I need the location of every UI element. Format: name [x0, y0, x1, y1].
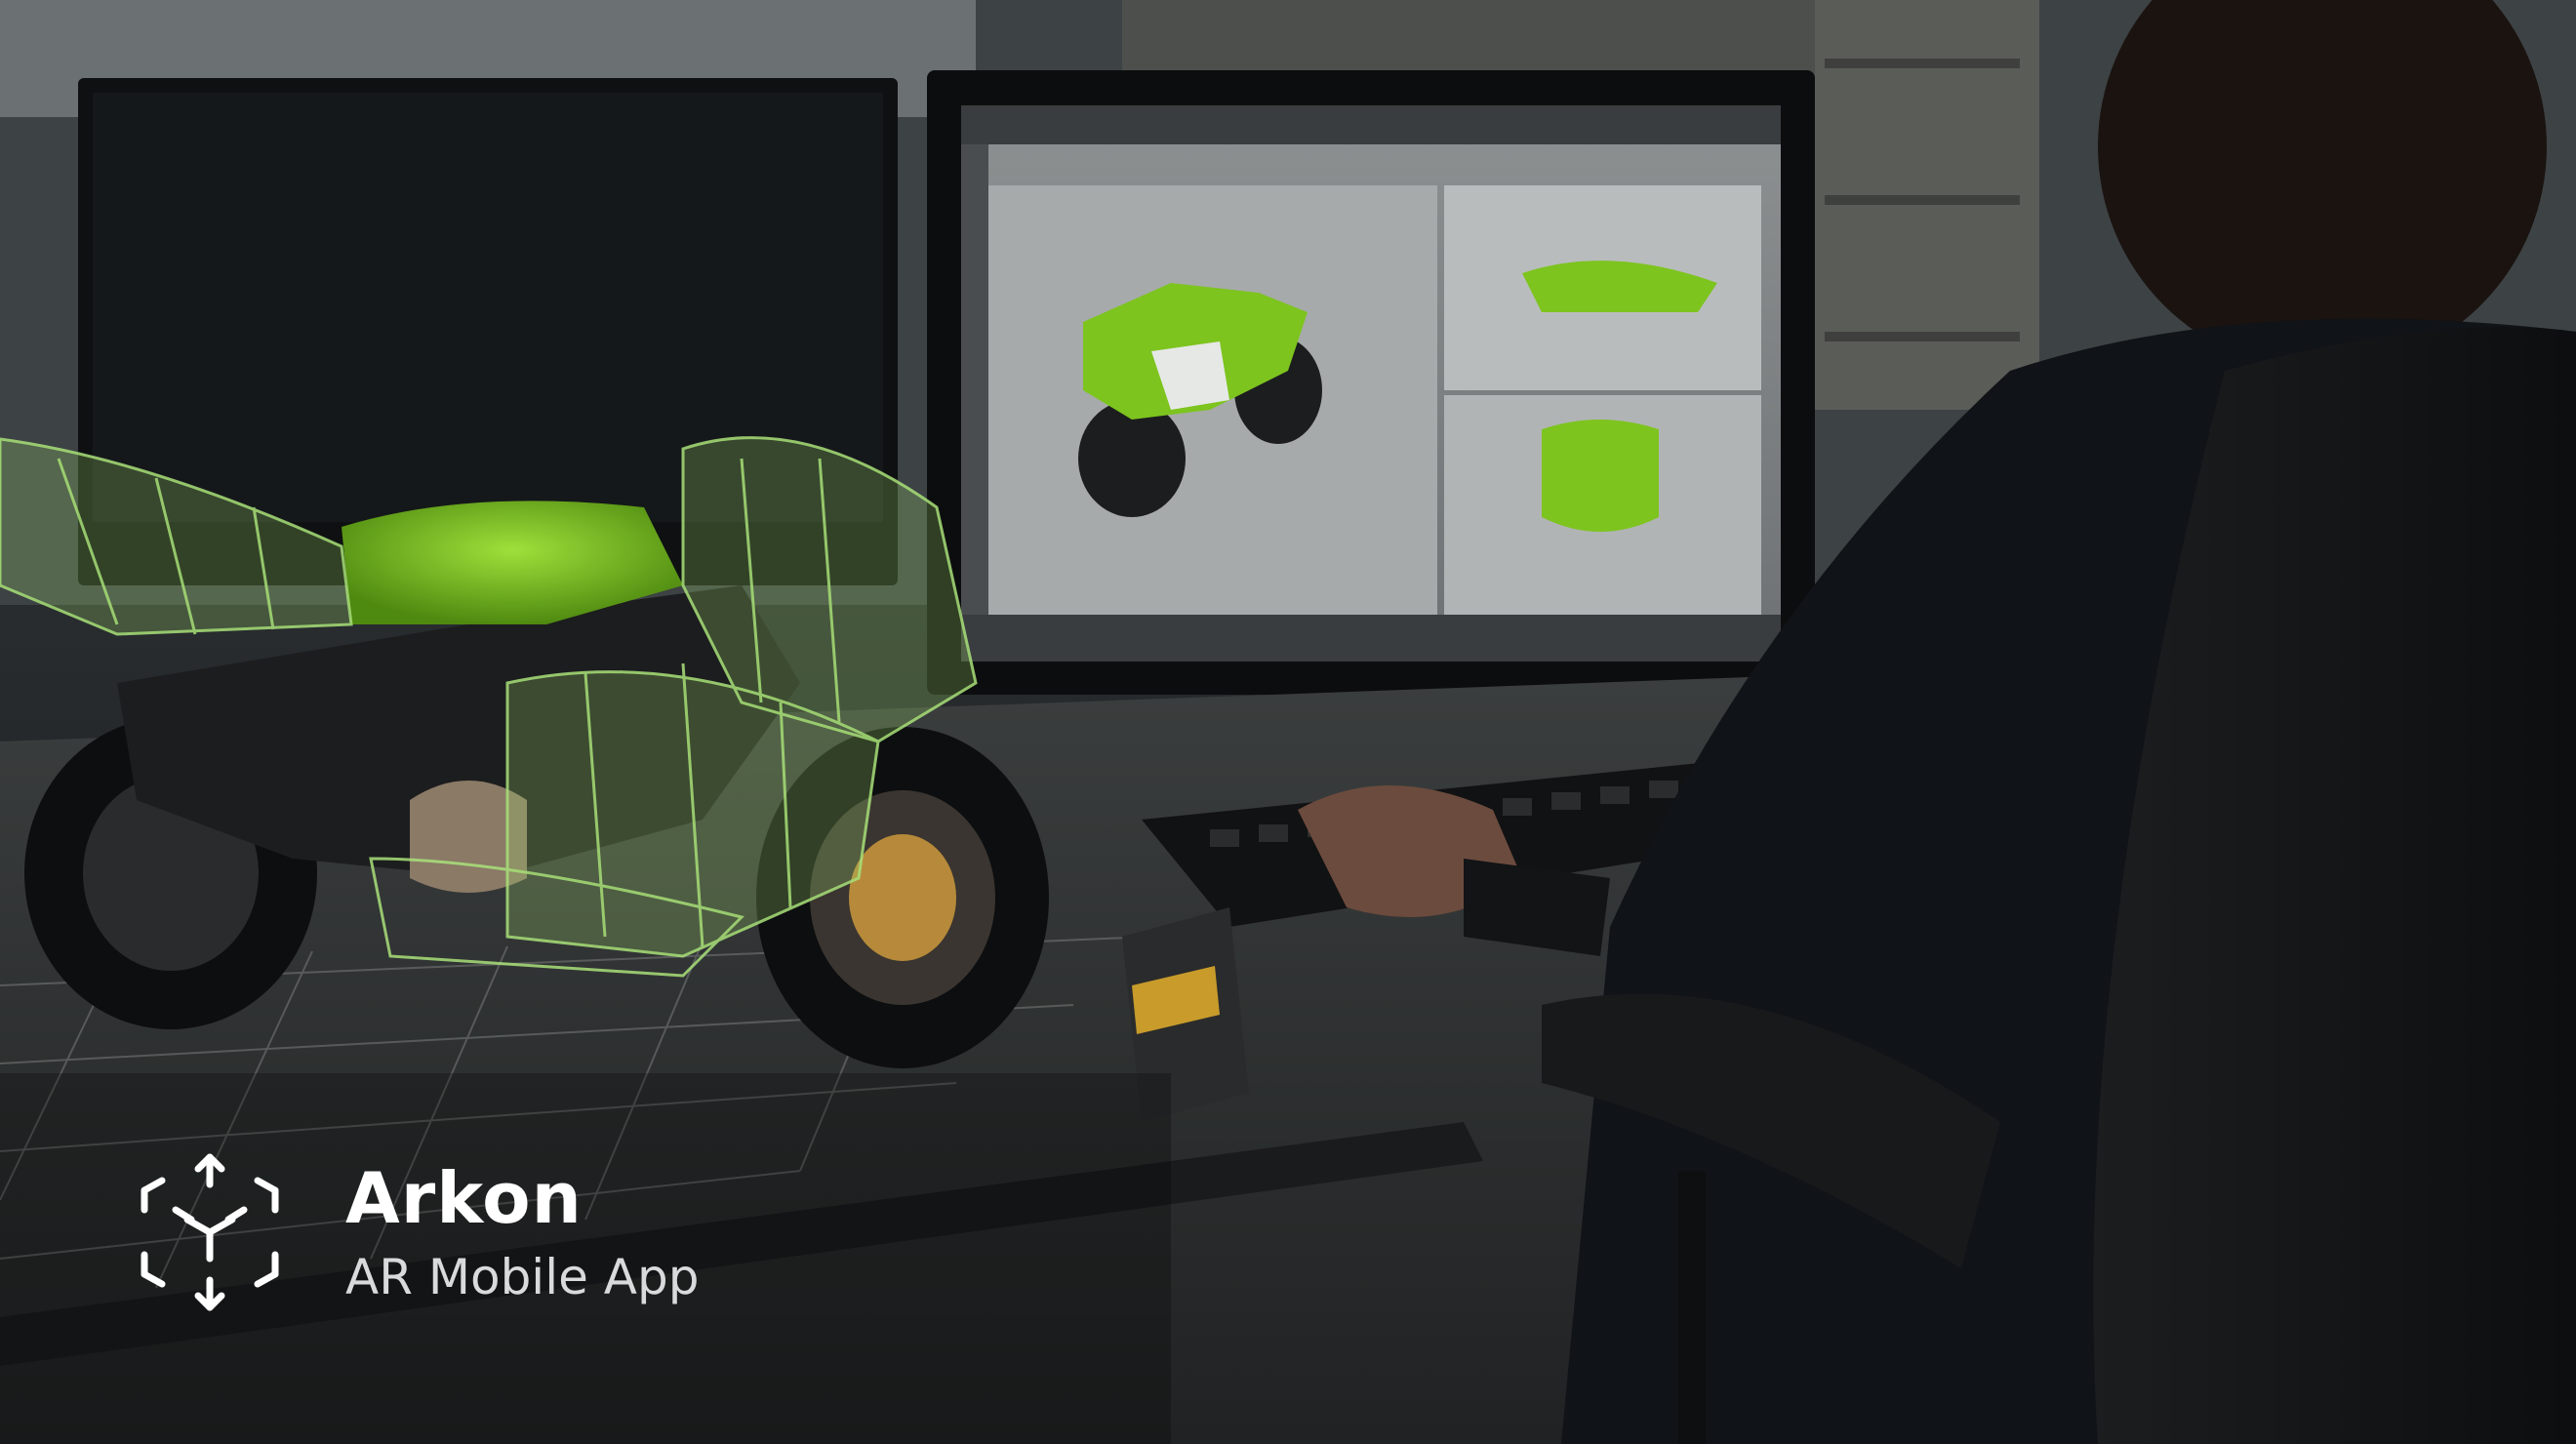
brand-text: Arkon AR Mobile App — [345, 1156, 700, 1306]
ar-cube-icon — [141, 1153, 279, 1311]
brand-subtitle: AR Mobile App — [345, 1249, 700, 1306]
photo-scene: Arkon AR Mobile App — [0, 0, 2576, 1444]
brand-block: Arkon AR Mobile App — [137, 1149, 699, 1315]
brand-name: Arkon — [345, 1156, 583, 1239]
